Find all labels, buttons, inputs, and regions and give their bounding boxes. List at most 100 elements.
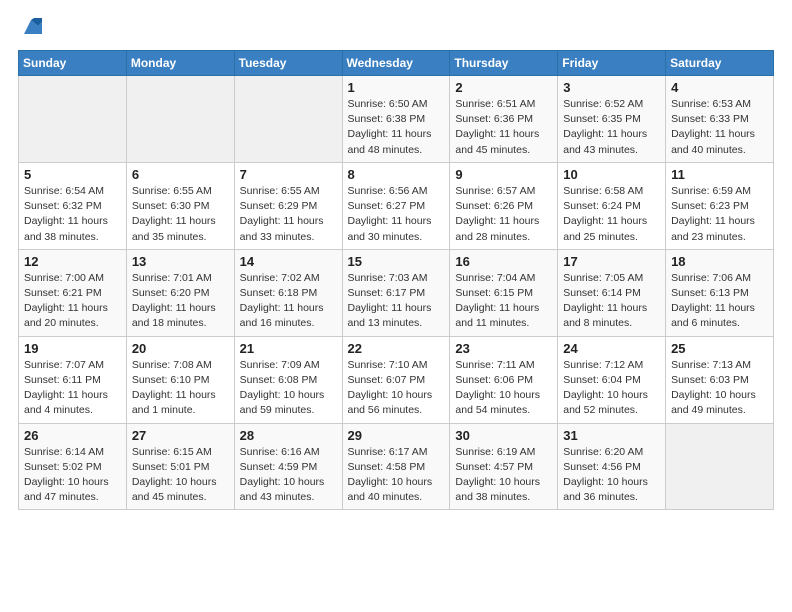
calendar-cell: 11Sunrise: 6:59 AM Sunset: 6:23 PM Dayli… <box>666 162 774 249</box>
day-info: Sunrise: 7:03 AM Sunset: 6:17 PM Dayligh… <box>348 271 445 332</box>
day-number: 21 <box>240 341 337 356</box>
calendar-cell: 15 Sunrise: 7:03 AM Sunset: 6:17 PM Dayli… <box>342 249 450 336</box>
day-info: Sunrise: 6:19 AM Sunset: 4:57 PM Dayligh… <box>455 445 552 506</box>
day-info: Sunrise: 7:05 AM Sunset: 6:14 PM Dayligh… <box>563 271 660 332</box>
calendar-week-1: 1 Sunrise: 6:50 AM Sunset: 6:38 PM Daylig… <box>19 76 774 163</box>
day-info: Sunrise: 6:58 AM Sunset: 6:24 PM Dayligh… <box>563 184 660 245</box>
calendar-week-2: 5 Sunrise: 6:54 AM Sunset: 6:32 PM Daylig… <box>19 162 774 249</box>
weekday-header-tuesday: Tuesday <box>234 51 342 76</box>
day-info: Sunrise: 6:55 AM Sunset: 6:30 PM Dayligh… <box>132 184 229 245</box>
weekday-header-wednesday: Wednesday <box>342 51 450 76</box>
day-number: 2 <box>455 80 552 95</box>
day-number: 18 <box>671 254 768 269</box>
day-number: 5 <box>24 167 121 182</box>
day-number: 8 <box>348 167 445 182</box>
page-header <box>18 18 774 38</box>
weekday-header-friday: Friday <box>558 51 666 76</box>
calendar-cell: 10 Sunrise: 6:58 AM Sunset: 6:24 PM Dayli… <box>558 162 666 249</box>
calendar-cell: 25Sunrise: 7:13 AM Sunset: 6:03 PM Dayli… <box>666 336 774 423</box>
day-info: Sunrise: 7:07 AM Sunset: 6:11 PM Dayligh… <box>24 358 121 419</box>
day-number: 9 <box>455 167 552 182</box>
calendar-cell: 14 Sunrise: 7:02 AM Sunset: 6:18 PM Dayli… <box>234 249 342 336</box>
calendar-cell: 22 Sunrise: 7:10 AM Sunset: 6:07 PM Dayli… <box>342 336 450 423</box>
calendar-cell: 29 Sunrise: 6:17 AM Sunset: 4:58 PM Dayli… <box>342 423 450 510</box>
calendar-cell <box>666 423 774 510</box>
day-info: Sunrise: 7:01 AM Sunset: 6:20 PM Dayligh… <box>132 271 229 332</box>
day-number: 26 <box>24 428 121 443</box>
weekday-header-thursday: Thursday <box>450 51 558 76</box>
calendar-week-4: 19 Sunrise: 7:07 AM Sunset: 6:11 PM Dayli… <box>19 336 774 423</box>
calendar-cell: 16Sunrise: 7:04 AM Sunset: 6:15 PM Dayli… <box>450 249 558 336</box>
day-number: 4 <box>671 80 768 95</box>
day-info: Sunrise: 6:50 AM Sunset: 6:38 PM Dayligh… <box>348 97 445 158</box>
day-number: 24 <box>563 341 660 356</box>
day-info: Sunrise: 7:10 AM Sunset: 6:07 PM Dayligh… <box>348 358 445 419</box>
day-info: Sunrise: 6:20 AM Sunset: 4:56 PM Dayligh… <box>563 445 660 506</box>
day-info: Sunrise: 6:14 AM Sunset: 5:02 PM Dayligh… <box>24 445 121 506</box>
day-info: Sunrise: 7:00 AM Sunset: 6:21 PM Dayligh… <box>24 271 121 332</box>
day-info: Sunrise: 7:11 AM Sunset: 6:06 PM Dayligh… <box>455 358 552 419</box>
logo-icon <box>20 16 42 38</box>
calendar-cell <box>19 76 127 163</box>
day-number: 1 <box>348 80 445 95</box>
calendar-cell: 8 Sunrise: 6:56 AM Sunset: 6:27 PM Daylig… <box>342 162 450 249</box>
weekday-header-monday: Monday <box>126 51 234 76</box>
day-number: 22 <box>348 341 445 356</box>
calendar-cell: 28 Sunrise: 6:16 AM Sunset: 4:59 PM Dayli… <box>234 423 342 510</box>
day-number: 13 <box>132 254 229 269</box>
calendar-cell: 13 Sunrise: 7:01 AM Sunset: 6:20 PM Dayli… <box>126 249 234 336</box>
calendar-cell <box>126 76 234 163</box>
calendar-cell: 1 Sunrise: 6:50 AM Sunset: 6:38 PM Daylig… <box>342 76 450 163</box>
day-info: Sunrise: 6:53 AM Sunset: 6:33 PM Dayligh… <box>671 97 768 158</box>
day-number: 7 <box>240 167 337 182</box>
calendar-cell: 20Sunrise: 7:08 AM Sunset: 6:10 PM Dayli… <box>126 336 234 423</box>
day-number: 11 <box>671 167 768 182</box>
day-number: 15 <box>348 254 445 269</box>
logo <box>18 18 42 38</box>
calendar-cell: 27 Sunrise: 6:15 AM Sunset: 5:01 PM Dayli… <box>126 423 234 510</box>
weekday-header-row: SundayMondayTuesdayWednesdayThursdayFrid… <box>19 51 774 76</box>
calendar-cell: 7 Sunrise: 6:55 AM Sunset: 6:29 PM Daylig… <box>234 162 342 249</box>
day-number: 23 <box>455 341 552 356</box>
day-number: 17 <box>563 254 660 269</box>
day-info: Sunrise: 6:15 AM Sunset: 5:01 PM Dayligh… <box>132 445 229 506</box>
calendar-week-5: 26 Sunrise: 6:14 AM Sunset: 5:02 PM Dayli… <box>19 423 774 510</box>
day-number: 3 <box>563 80 660 95</box>
day-number: 28 <box>240 428 337 443</box>
day-number: 14 <box>240 254 337 269</box>
calendar-cell: 5 Sunrise: 6:54 AM Sunset: 6:32 PM Daylig… <box>19 162 127 249</box>
day-info: Sunrise: 7:06 AM Sunset: 6:13 PM Dayligh… <box>671 271 768 332</box>
calendar-cell: 18 Sunrise: 7:06 AM Sunset: 6:13 PM Dayli… <box>666 249 774 336</box>
day-info: Sunrise: 7:04 AM Sunset: 6:15 PM Dayligh… <box>455 271 552 332</box>
day-info: Sunrise: 6:52 AM Sunset: 6:35 PM Dayligh… <box>563 97 660 158</box>
calendar-cell: 3 Sunrise: 6:52 AM Sunset: 6:35 PM Daylig… <box>558 76 666 163</box>
day-info: Sunrise: 6:17 AM Sunset: 4:58 PM Dayligh… <box>348 445 445 506</box>
weekday-header-sunday: Sunday <box>19 51 127 76</box>
calendar-cell: 24Sunrise: 7:12 AM Sunset: 6:04 PM Dayli… <box>558 336 666 423</box>
day-number: 10 <box>563 167 660 182</box>
day-info: Sunrise: 6:56 AM Sunset: 6:27 PM Dayligh… <box>348 184 445 245</box>
day-info: Sunrise: 7:08 AM Sunset: 6:10 PM Dayligh… <box>132 358 229 419</box>
calendar-cell: 30 Sunrise: 6:19 AM Sunset: 4:57 PM Dayli… <box>450 423 558 510</box>
day-number: 27 <box>132 428 229 443</box>
calendar-cell: 19 Sunrise: 7:07 AM Sunset: 6:11 PM Dayli… <box>19 336 127 423</box>
day-info: Sunrise: 6:51 AM Sunset: 6:36 PM Dayligh… <box>455 97 552 158</box>
day-info: Sunrise: 7:02 AM Sunset: 6:18 PM Dayligh… <box>240 271 337 332</box>
day-number: 25 <box>671 341 768 356</box>
calendar-table: SundayMondayTuesdayWednesdayThursdayFrid… <box>18 50 774 510</box>
calendar-cell: 17 Sunrise: 7:05 AM Sunset: 6:14 PM Dayli… <box>558 249 666 336</box>
calendar-cell: 31 Sunrise: 6:20 AM Sunset: 4:56 PM Dayli… <box>558 423 666 510</box>
day-info: Sunrise: 6:16 AM Sunset: 4:59 PM Dayligh… <box>240 445 337 506</box>
calendar-cell: 4 Sunrise: 6:53 AM Sunset: 6:33 PM Daylig… <box>666 76 774 163</box>
day-number: 29 <box>348 428 445 443</box>
day-info: Sunrise: 6:57 AM Sunset: 6:26 PM Dayligh… <box>455 184 552 245</box>
day-number: 31 <box>563 428 660 443</box>
day-info: Sunrise: 6:54 AM Sunset: 6:32 PM Dayligh… <box>24 184 121 245</box>
day-info: Sunrise: 6:55 AM Sunset: 6:29 PM Dayligh… <box>240 184 337 245</box>
page-container: SundayMondayTuesdayWednesdayThursdayFrid… <box>0 0 792 520</box>
day-number: 30 <box>455 428 552 443</box>
weekday-header-saturday: Saturday <box>666 51 774 76</box>
calendar-cell: 26 Sunrise: 6:14 AM Sunset: 5:02 PM Dayli… <box>19 423 127 510</box>
day-number: 19 <box>24 341 121 356</box>
day-number: 12 <box>24 254 121 269</box>
